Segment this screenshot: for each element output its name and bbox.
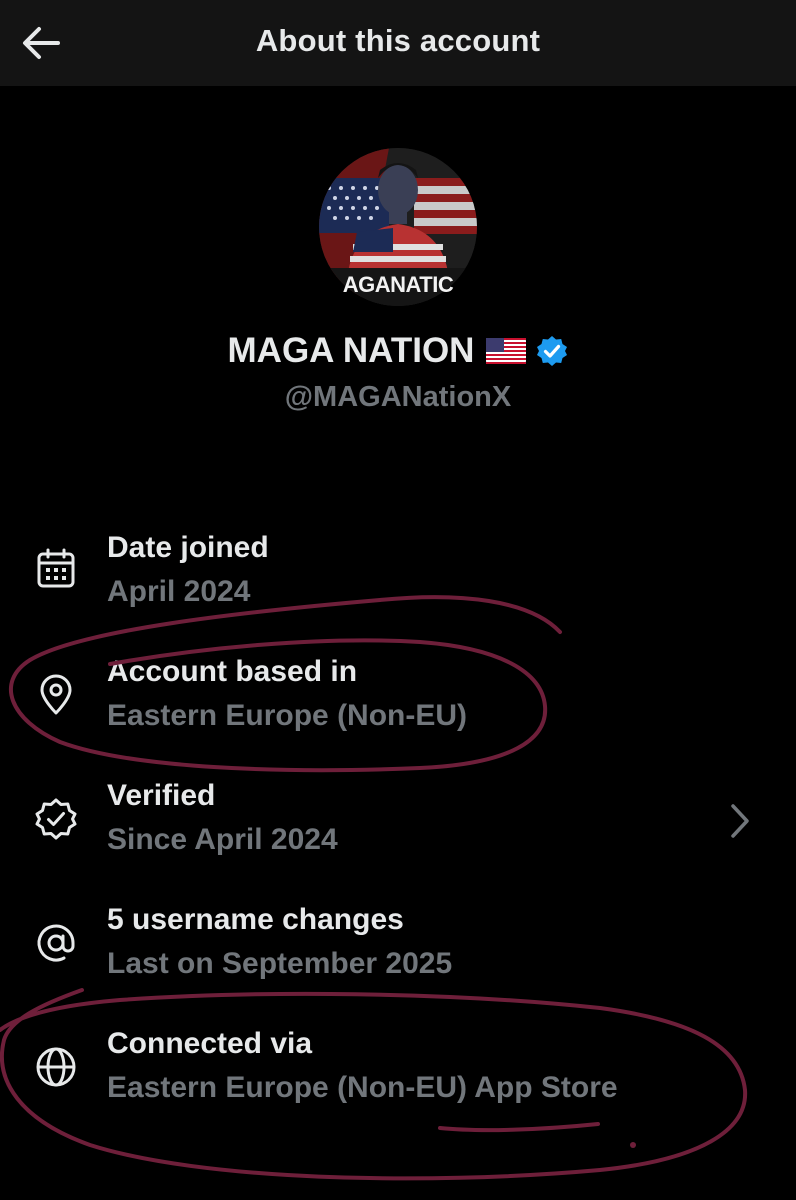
info-label: 5 username changes (107, 903, 404, 936)
profile-handle: @MAGANationX (284, 381, 512, 413)
page-title: About this account (255, 23, 541, 58)
annotation-dot (630, 1142, 636, 1148)
at-sign-icon (37, 924, 75, 962)
avatar-image (319, 148, 477, 306)
verified-badge-outline-icon (35, 798, 77, 840)
info-value: Since April 2024 (107, 823, 338, 856)
profile-name-row: MAGA NATION (0, 331, 796, 371)
info-row-username-changes: 5 username changes Last on September 202… (0, 903, 796, 1013)
us-flag-icon (486, 338, 527, 364)
top-app-bar: About this account (0, 0, 796, 86)
info-row-date-joined: Date joined April 2024 (0, 531, 796, 641)
info-label: Account based in (107, 655, 358, 688)
location-pin-icon (40, 674, 72, 715)
info-value: April 2024 (107, 575, 251, 608)
info-value: Last on September 2025 (107, 947, 453, 980)
display-name: MAGA NATION (227, 331, 475, 370)
info-row-connected-via: Connected via Eastern Europe (Non-EU) Ap… (0, 1027, 796, 1137)
info-value: Eastern Europe (Non-EU) (107, 699, 468, 732)
info-label: Date joined (107, 531, 269, 564)
info-label: Verified (107, 779, 216, 812)
chevron-right-icon (731, 804, 749, 838)
info-label: Connected via (107, 1027, 313, 1060)
info-value: Eastern Europe (Non-EU) App Store (107, 1071, 618, 1104)
verified-badge-icon[interactable] (536, 335, 568, 367)
globe-icon (36, 1047, 76, 1087)
info-row-verified[interactable]: Verified Since April 2024 (0, 779, 796, 889)
calendar-icon (37, 548, 75, 588)
profile-avatar[interactable] (319, 148, 477, 306)
info-row-account-based-in: Account based in Eastern Europe (Non-EU) (0, 655, 796, 765)
